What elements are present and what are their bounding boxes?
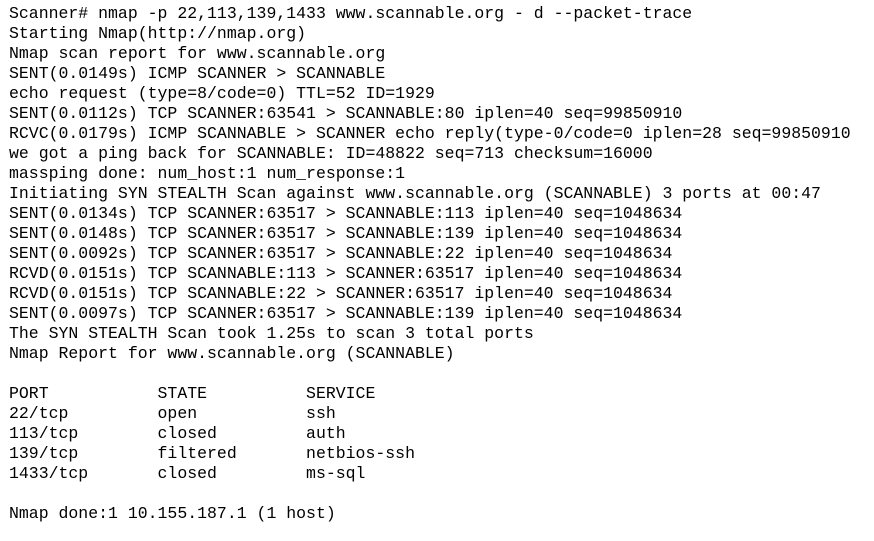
terminal-line: PORT STATE SERVICE [9, 384, 376, 403]
terminal-line: SENT(0.0097s) TCP SCANNER:63517 > SCANNA… [9, 304, 683, 323]
terminal-line: The SYN STEALTH Scan took 1.25s to scan … [9, 324, 534, 343]
terminal-line: 22/tcp open ssh [9, 404, 336, 423]
terminal-line: Nmap scan report for www.scannable.org [9, 44, 386, 63]
terminal-line: SENT(0.0092s) TCP SCANNER:63517 > SCANNA… [9, 244, 673, 263]
terminal-line: RCVD(0.0151s) TCP SCANNABLE:113 > SCANNE… [9, 264, 683, 283]
terminal-line: 1433/tcp closed ms-sql [9, 464, 366, 483]
terminal-line: Starting Nmap(http://nmap.org) [9, 24, 307, 43]
terminal-line: Scanner# nmap -p 22,113,139,1433 www.sca… [9, 4, 693, 23]
terminal-line: 113/tcp closed auth [9, 424, 346, 443]
terminal-line: SENT(0.0148s) TCP SCANNER:63517 > SCANNA… [9, 224, 683, 243]
terminal-line: echo request (type=8/code=0) TTL=52 ID=1… [9, 84, 435, 103]
terminal-line: SENT(0.0134s) TCP SCANNER:63517 > SCANNA… [9, 204, 683, 223]
terminal-line: Nmap done:1 10.155.187.1 (1 host) [9, 504, 336, 523]
terminal-line: massping done: num_host:1 num_response:1 [9, 164, 406, 183]
terminal-line: RCVD(0.0151s) TCP SCANNABLE:22 > SCANNER… [9, 284, 673, 303]
terminal-line: Initiating SYN STEALTH Scan against www.… [9, 184, 821, 203]
terminal-line: SENT(0.0112s) TCP SCANNER:63541 > SCANNA… [9, 104, 683, 123]
terminal-line: SENT(0.0149s) ICMP SCANNER > SCANNABLE [9, 64, 386, 83]
terminal-output-pane[interactable]: Scanner# nmap -p 22,113,139,1433 www.sca… [0, 0, 874, 541]
terminal-line: Nmap Report for www.scannable.org (SCANN… [9, 344, 455, 363]
terminal-line: 139/tcp filtered netbios-ssh [9, 444, 415, 463]
terminal-line: RCVC(0.0179s) ICMP SCANNABLE > SCANNER e… [9, 124, 851, 143]
terminal-line: we got a ping back for SCANNABLE: ID=488… [9, 144, 653, 163]
